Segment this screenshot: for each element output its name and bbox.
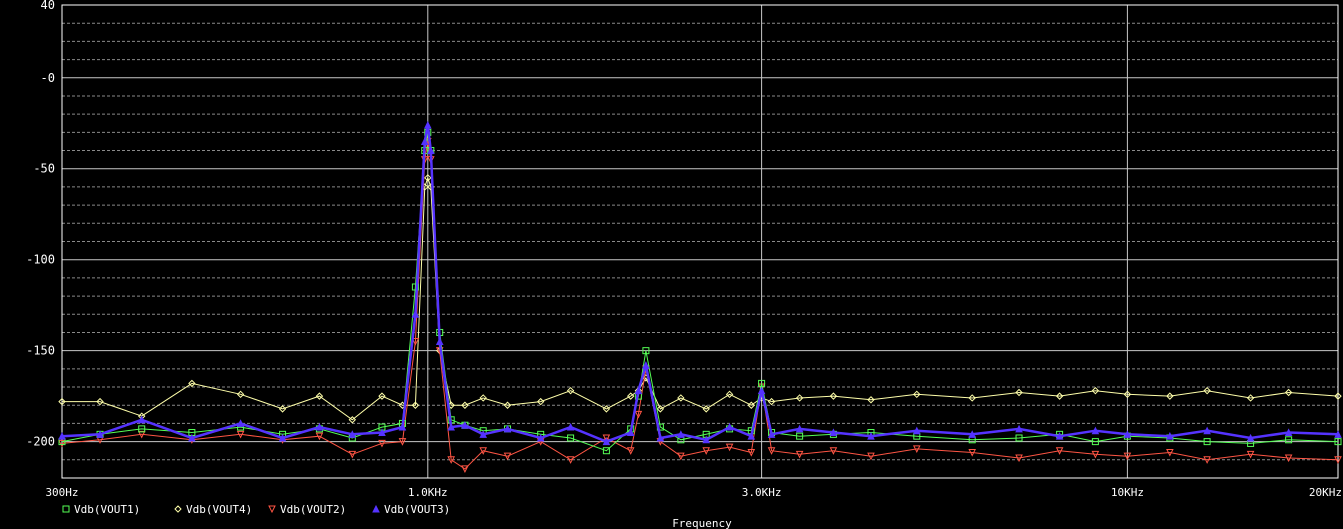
y-tick-label: -200	[26, 435, 55, 449]
spectrum-plot: 40 -0 -50 -100 -150 -200 300Hz 1.0KHz 3.0KHz 10K…	[0, 0, 1343, 529]
x-axis-label: Frequency	[672, 517, 732, 529]
x-tick-label: 1.0KHz	[408, 486, 448, 499]
x-tick-label: 20KHz	[1309, 486, 1342, 499]
legend-label: Vdb(VOUT2)	[280, 503, 346, 516]
y-tick-label: 40	[41, 0, 55, 12]
legend-label: Vdb(VOUT1)	[74, 503, 140, 516]
x-tick-label: 3.0KHz	[742, 486, 782, 499]
y-tick-label: -50	[33, 162, 55, 176]
legend-label: Vdb(VOUT4)	[186, 503, 252, 516]
legend-label: Vdb(VOUT3)	[384, 503, 450, 516]
y-tick-label: -100	[26, 253, 55, 267]
x-tick-label: 10KHz	[1111, 486, 1144, 499]
y-tick-label: -0	[41, 71, 55, 85]
y-tick-label: -150	[26, 344, 55, 358]
x-tick-label: 300Hz	[45, 486, 78, 499]
